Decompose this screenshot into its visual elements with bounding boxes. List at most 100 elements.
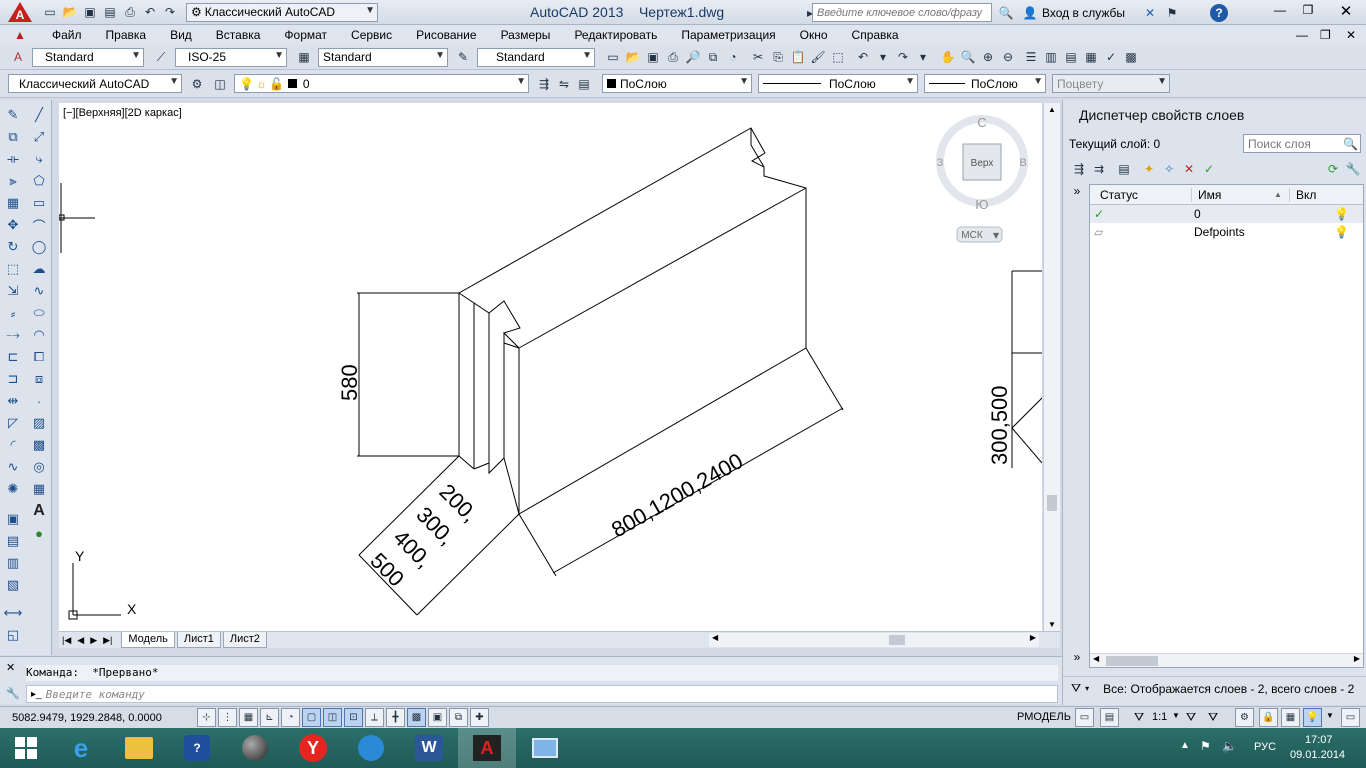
- tab-next-icon[interactable]: ▶: [87, 635, 100, 646]
- print-preview-icon[interactable]: 🔎: [684, 48, 702, 66]
- rotate-icon[interactable]: ↻: [3, 236, 23, 258]
- inquiry-area-icon[interactable]: ◱: [3, 624, 23, 646]
- lock-ui-icon[interactable]: 🔒: [1259, 708, 1278, 727]
- doc-icon[interactable]: ▲: [0, 28, 40, 42]
- menu-edit[interactable]: Правка: [94, 25, 159, 45]
- pan-icon[interactable]: ✋: [939, 48, 957, 66]
- sheet-set-icon[interactable]: ▦: [1082, 48, 1100, 66]
- inquiry-distance-icon[interactable]: ⟷: [3, 602, 23, 624]
- viewcube-west-label[interactable]: З: [937, 157, 944, 169]
- layer-properties-icon[interactable]: ◫: [211, 75, 229, 93]
- taskbar-yandex[interactable]: Y: [284, 728, 342, 768]
- allow-dynamic-ucs-icon[interactable]: ⟂: [365, 708, 384, 727]
- save-icon[interactable]: ▣: [644, 48, 662, 66]
- undo-icon[interactable]: ↶: [141, 3, 159, 21]
- doc-restore-button[interactable]: ❐: [1320, 28, 1331, 42]
- collapse-filter-tree-button[interactable]: »: [1067, 184, 1087, 202]
- open-file-icon[interactable]: 📂: [61, 3, 79, 21]
- explode-icon[interactable]: ✺: [3, 478, 23, 500]
- 3d-object-snap-icon[interactable]: ◫: [323, 708, 342, 727]
- taskbar-remote[interactable]: [516, 728, 574, 768]
- paste-icon[interactable]: 📋: [789, 48, 807, 66]
- workspace-switch-dropdown[interactable]: Классический AutoCAD ▼: [8, 74, 182, 93]
- menu-format[interactable]: Формат: [272, 25, 339, 45]
- dim-style-icon[interactable]: ⟋: [152, 48, 170, 66]
- layer-row[interactable]: ▱ Defpoints 💡: [1090, 223, 1363, 241]
- command-input[interactable]: ▸_ Введите команду: [26, 685, 1058, 703]
- break-point-icon[interactable]: ⊏: [3, 346, 23, 368]
- menu-tools[interactable]: Сервис: [339, 25, 404, 45]
- viewcube-south-label[interactable]: Ю: [975, 197, 988, 212]
- menu-modify[interactable]: Редактировать: [562, 25, 669, 45]
- menu-dimension[interactable]: Размеры: [489, 25, 563, 45]
- horizontal-scrollbar[interactable]: ◀ ▶: [709, 633, 1039, 647]
- new-group-filter-icon[interactable]: ⇉: [1090, 160, 1108, 178]
- layer-search-input[interactable]: Поиск слоя 🔍: [1243, 134, 1361, 153]
- menu-file[interactable]: Файл: [40, 25, 94, 45]
- region-icon[interactable]: ◎: [29, 456, 49, 478]
- design-center-icon[interactable]: ▥: [1042, 48, 1060, 66]
- layer-row[interactable]: ✓ 0 💡: [1090, 205, 1363, 223]
- help-button[interactable]: ?: [1210, 4, 1228, 22]
- plot-icon[interactable]: ⎙: [121, 3, 139, 21]
- chevron-down-icon[interactable]: ▼: [1326, 711, 1334, 720]
- maximize-button[interactable]: ❐: [1294, 3, 1322, 17]
- menu-help[interactable]: Справка: [840, 25, 911, 45]
- make-current-icon[interactable]: ⇶: [535, 75, 553, 93]
- copy-icon[interactable]: ⎘: [769, 48, 787, 66]
- flag-icon[interactable]: ⚑: [1200, 739, 1211, 753]
- rectangle-icon[interactable]: ▭: [29, 192, 49, 214]
- lightbulb-on-icon[interactable]: 💡: [1334, 225, 1349, 239]
- input-language[interactable]: РУС: [1254, 741, 1276, 753]
- properties-icon[interactable]: ☰: [1022, 48, 1040, 66]
- object-snap-icon[interactable]: ▢: [302, 708, 321, 727]
- taskbar-explorer[interactable]: [110, 728, 168, 768]
- infer-constraints-icon[interactable]: ⊹: [197, 708, 216, 727]
- search-icon[interactable]: 🔍: [997, 4, 1015, 22]
- taskbar-sphere-app[interactable]: [226, 728, 284, 768]
- new-layer-vp-frozen-icon[interactable]: ✧: [1160, 160, 1178, 178]
- color-dropdown[interactable]: ПоСлою ▼: [602, 74, 752, 93]
- tab-prev-icon[interactable]: ◀: [74, 635, 87, 646]
- lineweight-dropdown[interactable]: ПоСлою ▼: [924, 74, 1046, 93]
- annotation-visibility-icon[interactable]: ⛛: [1186, 710, 1196, 725]
- workspace-dropdown[interactable]: ⚙ Классический AutoCAD ▼: [186, 2, 378, 22]
- stay-connected-icon[interactable]: ⚑: [1163, 4, 1181, 22]
- help-search-input[interactable]: Введите ключевое слово/фразу: [812, 3, 992, 22]
- draworder-back-icon[interactable]: ▤: [3, 530, 23, 552]
- block-editor-icon[interactable]: ⬚: [829, 48, 847, 66]
- dynamic-input-icon[interactable]: ╋: [386, 708, 405, 727]
- chevron-down-icon[interactable]: ▼: [1172, 711, 1180, 720]
- tab-layout1[interactable]: Лист1: [176, 632, 221, 648]
- menu-window[interactable]: Окно: [788, 25, 840, 45]
- speaker-icon[interactable]: 🔈: [1222, 739, 1237, 753]
- new-property-filter-icon[interactable]: ⇶: [1070, 160, 1088, 178]
- quick-properties-icon[interactable]: ⧉: [449, 708, 468, 727]
- tab-layout2[interactable]: Лист2: [222, 632, 267, 648]
- match-properties-icon[interactable]: 🖌: [809, 48, 827, 66]
- save-icon[interactable]: ▣: [81, 3, 99, 21]
- make-block-icon[interactable]: ⧈: [29, 368, 49, 390]
- new-layer-icon[interactable]: ✦: [1140, 160, 1158, 178]
- taskbar-autocad[interactable]: A: [458, 728, 516, 768]
- selection-cycling-icon[interactable]: ✚: [470, 708, 489, 727]
- text-style-icon[interactable]: A: [9, 48, 27, 66]
- mirror-icon[interactable]: ⟛: [3, 148, 23, 170]
- delete-layer-icon[interactable]: ✕: [1180, 160, 1198, 178]
- chevron-down-icon[interactable]: ▾: [914, 48, 932, 66]
- ellipse-arc-icon[interactable]: ◠: [29, 324, 49, 346]
- tab-last-icon[interactable]: ▶|: [100, 635, 115, 646]
- table-style-dropdown[interactable]: Standard ▼: [318, 47, 448, 67]
- auto-scale-icon[interactable]: ⛛: [1208, 710, 1218, 725]
- set-current-icon[interactable]: ✓: [1200, 160, 1218, 178]
- lightbulb-on-icon[interactable]: 💡: [1334, 207, 1349, 221]
- cut-icon[interactable]: ✂: [749, 48, 767, 66]
- tool-palettes-icon[interactable]: ▤: [1062, 48, 1080, 66]
- annotation-scale-value[interactable]: 1:1: [1152, 711, 1167, 723]
- insert-block-icon[interactable]: ⧠: [29, 346, 49, 368]
- print-icon[interactable]: ⎙: [664, 48, 682, 66]
- linetype-dropdown[interactable]: ПоСлою ▼: [758, 74, 918, 93]
- text-style-dropdown[interactable]: Standard ▼: [32, 47, 144, 67]
- construction-line-icon[interactable]: ⤢: [29, 126, 49, 148]
- taskbar-ie[interactable]: e: [52, 728, 110, 768]
